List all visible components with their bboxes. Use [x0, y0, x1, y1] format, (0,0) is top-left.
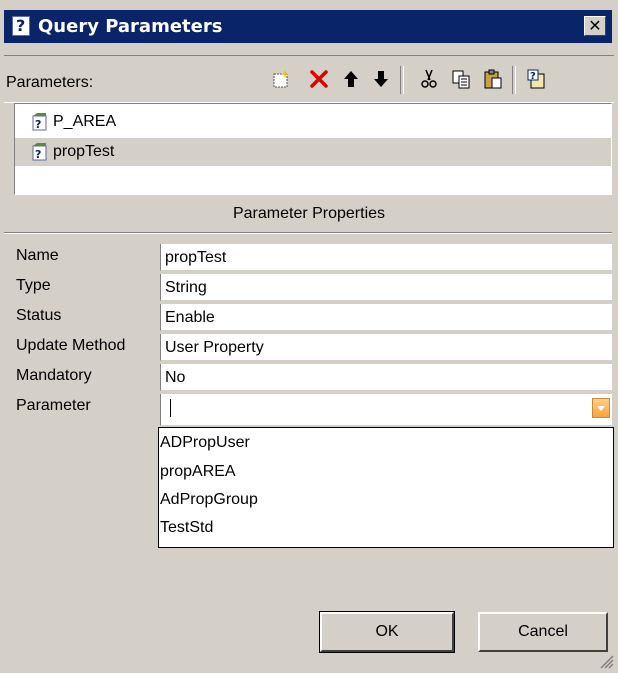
cancel-button[interactable]: Cancel: [478, 612, 608, 652]
dropdown-option[interactable]: ADPropUser: [160, 434, 250, 452]
svg-text:?: ?: [530, 71, 536, 82]
parameter-combobox[interactable]: [160, 394, 612, 426]
ok-button[interactable]: OK: [319, 611, 455, 653]
section-divider: [4, 232, 612, 234]
parameter-name: P_AREA: [53, 113, 117, 130]
delete-icon[interactable]: [306, 66, 332, 92]
cut-icon[interactable]: [416, 66, 442, 92]
list-item[interactable]: ? propTest: [15, 138, 611, 166]
parameters-toolbar: Parameters: ?: [4, 55, 614, 103]
name-field[interactable]: propTest: [160, 244, 612, 271]
parameters-label: Parameters:: [6, 74, 94, 91]
new-parameter-icon[interactable]: [268, 66, 294, 92]
title-bar[interactable]: Query Parameters ✕: [4, 10, 612, 43]
help-icon: [12, 16, 30, 36]
update-method-label: Update Method: [16, 337, 126, 354]
dropdown-option[interactable]: TestStd: [160, 519, 213, 537]
parameter-dropdown-list[interactable]: ADPropUser propAREA AdPropGroup TestStd: [158, 427, 614, 548]
window-title: Query Parameters: [38, 16, 223, 37]
resize-grip-icon[interactable]: [600, 655, 614, 669]
move-up-icon[interactable]: [338, 66, 364, 92]
list-item[interactable]: ? P_AREA: [15, 108, 611, 136]
update-method-field[interactable]: User Property: [160, 334, 612, 361]
parameter-list[interactable]: ? P_AREA ? propTest: [14, 103, 612, 195]
chevron-down-icon[interactable]: [592, 398, 610, 418]
parameter-icon: ?: [31, 113, 49, 136]
query-parameters-dialog: Query Parameters ✕ Parameters: ?: [0, 0, 618, 673]
close-button[interactable]: ✕: [584, 16, 606, 36]
parameter-label: Parameter: [16, 397, 91, 414]
status-field[interactable]: Enable: [160, 304, 612, 331]
toolbar-separator: [512, 66, 516, 94]
type-field[interactable]: String: [160, 274, 612, 301]
svg-text:?: ?: [35, 148, 41, 161]
parameter-icon: ?: [31, 143, 49, 166]
toolbar-separator: [400, 66, 404, 94]
dropdown-option[interactable]: AdPropGroup: [160, 491, 258, 509]
move-down-icon[interactable]: [368, 66, 394, 92]
copy-icon[interactable]: [448, 66, 474, 92]
section-title: Parameter Properties: [232, 205, 386, 222]
svg-text:?: ?: [35, 118, 41, 131]
type-label: Type: [16, 277, 51, 294]
properties-icon[interactable]: ?: [524, 66, 550, 92]
text-cursor: [170, 399, 171, 417]
status-label: Status: [16, 307, 62, 324]
mandatory-label: Mandatory: [16, 367, 92, 384]
parameter-name: propTest: [53, 143, 115, 160]
dropdown-option[interactable]: propAREA: [160, 463, 236, 481]
name-label: Name: [16, 247, 59, 264]
mandatory-field[interactable]: No: [160, 364, 612, 391]
paste-icon[interactable]: [480, 66, 506, 92]
